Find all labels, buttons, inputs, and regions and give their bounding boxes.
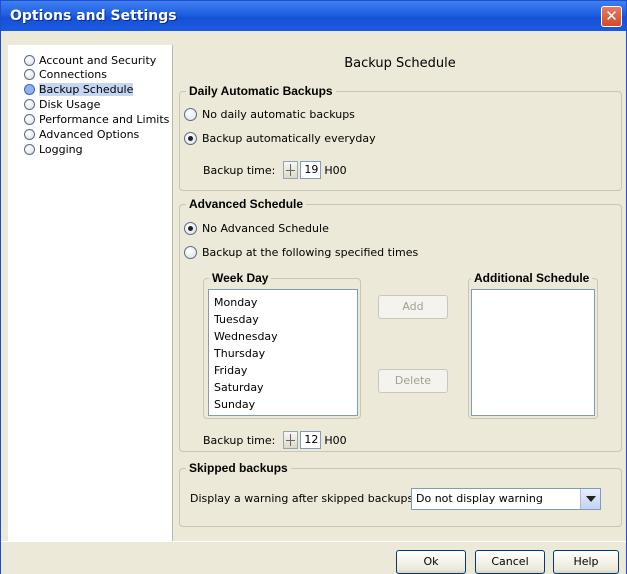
radio-checked-icon bbox=[184, 222, 197, 235]
sidebar-item-label: Backup Schedule bbox=[39, 82, 134, 96]
sidebar-item-label: Performance and Limits bbox=[39, 112, 170, 126]
option-backup-everyday[interactable]: Backup automatically everyday bbox=[184, 132, 376, 145]
sidebar-item-label: Advanced Options bbox=[39, 127, 140, 141]
radio-icon bbox=[24, 98, 35, 110]
spinner-arrows-icon[interactable] bbox=[283, 431, 299, 449]
sidebar-item-label: Connections bbox=[39, 67, 107, 81]
page-title: Backup Schedule bbox=[344, 56, 456, 71]
sidebar-item-label: Disk Usage bbox=[39, 97, 101, 111]
group-title: Additional Schedule bbox=[471, 271, 593, 285]
select-value: Do not display warning bbox=[416, 492, 543, 505]
option-label: Backup automatically everyday bbox=[202, 132, 376, 145]
backup-hour-field[interactable]: 19 bbox=[300, 161, 322, 179]
radio-icon bbox=[24, 54, 35, 66]
additional-schedule-group: Additional Schedule bbox=[468, 271, 598, 419]
option-specified-times[interactable]: Backup at the following specified times bbox=[184, 246, 418, 259]
window-title: Options and Settings bbox=[10, 8, 177, 24]
list-item-sunday[interactable]: Sunday bbox=[214, 398, 255, 411]
radio-icon bbox=[24, 68, 35, 80]
daily-backups-group: Daily Automatic Backups No daily automat… bbox=[179, 84, 622, 191]
title-bar[interactable]: Options and Settings ✕ bbox=[1, 1, 626, 31]
list-item-wednesday[interactable]: Wednesday bbox=[214, 330, 278, 343]
option-no-daily-backups[interactable]: No daily automatic backups bbox=[184, 108, 355, 121]
help-button[interactable]: Help bbox=[553, 550, 619, 574]
skipped-warning-label: Display a warning after skipped backups: bbox=[190, 492, 417, 505]
dialog-footer: Ok Cancel Help bbox=[1, 541, 626, 574]
list-item-saturday[interactable]: Saturday bbox=[214, 381, 264, 394]
radio-icon bbox=[24, 128, 35, 140]
backup-time-label: Backup time: bbox=[203, 433, 276, 447]
radio-icon bbox=[184, 246, 197, 259]
option-label: No daily automatic backups bbox=[202, 108, 355, 121]
sidebar-item-disk-usage[interactable]: Disk Usage bbox=[24, 97, 100, 111]
radio-icon bbox=[24, 83, 35, 95]
group-title: Week Day bbox=[209, 271, 272, 285]
backup-hour-field[interactable]: 12 bbox=[300, 431, 322, 449]
dropdown-arrow-icon[interactable] bbox=[580, 489, 600, 509]
sidebar-item-connections[interactable]: Connections bbox=[24, 67, 107, 81]
radio-icon bbox=[184, 108, 197, 121]
sidebar-item-backup-schedule[interactable]: Backup Schedule bbox=[24, 82, 134, 96]
option-label: No Advanced Schedule bbox=[202, 222, 329, 235]
sidebar-item-advanced-options[interactable]: Advanced Options bbox=[24, 127, 139, 141]
option-label: Backup at the following specified times bbox=[202, 246, 419, 259]
list-item-friday[interactable]: Friday bbox=[214, 364, 247, 377]
add-button[interactable]: Add bbox=[378, 295, 448, 319]
daily-backup-time: Backup time: 19 H00 bbox=[203, 161, 347, 179]
group-title: Daily Automatic Backups bbox=[186, 84, 336, 98]
cancel-button[interactable]: Cancel bbox=[475, 550, 545, 574]
week-day-group: Week Day Monday Tuesday Wednesday Thursd… bbox=[203, 271, 361, 419]
close-icon: ✕ bbox=[605, 7, 618, 25]
main-panel: Backup Schedule Daily Automatic Backups … bbox=[174, 45, 626, 541]
list-item-thursday[interactable]: Thursday bbox=[214, 347, 265, 360]
radio-icon bbox=[24, 113, 35, 125]
advanced-backup-time: Backup time: 12 H00 bbox=[203, 431, 347, 449]
options-dialog: Options and Settings ✕ Account and Secur… bbox=[0, 0, 627, 574]
sidebar-item-label: Account and Security bbox=[39, 53, 157, 67]
sidebar-item-logging[interactable]: Logging bbox=[24, 142, 83, 156]
advanced-schedule-group: Advanced Schedule No Advanced Schedule B… bbox=[179, 197, 622, 452]
delete-button[interactable]: Delete bbox=[378, 369, 448, 393]
skipped-warning-select[interactable]: Do not display warning bbox=[411, 488, 601, 510]
close-button[interactable]: ✕ bbox=[601, 6, 622, 27]
sidebar-item-performance-and-limits[interactable]: Performance and Limits bbox=[24, 112, 169, 126]
option-no-advanced-schedule[interactable]: No Advanced Schedule bbox=[184, 222, 329, 235]
additional-schedule-list[interactable] bbox=[471, 289, 595, 416]
sidebar-item-label: Logging bbox=[39, 142, 83, 156]
ok-button[interactable]: Ok bbox=[396, 550, 466, 574]
spinner-arrows-icon[interactable] bbox=[283, 161, 299, 179]
week-day-list[interactable]: Monday Tuesday Wednesday Thursday Friday… bbox=[208, 289, 358, 416]
radio-icon bbox=[24, 143, 35, 155]
sidebar: Account and Security Connections Backup … bbox=[8, 45, 173, 541]
sidebar-item-account-and-security[interactable]: Account and Security bbox=[24, 53, 156, 67]
hour-suffix: H00 bbox=[324, 433, 347, 447]
group-title: Advanced Schedule bbox=[186, 197, 307, 211]
group-title: Skipped backups bbox=[186, 461, 291, 475]
skipped-backups-group: Skipped backups Display a warning after … bbox=[179, 461, 622, 527]
list-item-tuesday[interactable]: Tuesday bbox=[214, 313, 259, 326]
hour-suffix: H00 bbox=[324, 163, 347, 177]
list-item-monday[interactable]: Monday bbox=[214, 296, 257, 309]
radio-checked-icon bbox=[184, 132, 197, 145]
backup-time-label: Backup time: bbox=[203, 163, 276, 177]
